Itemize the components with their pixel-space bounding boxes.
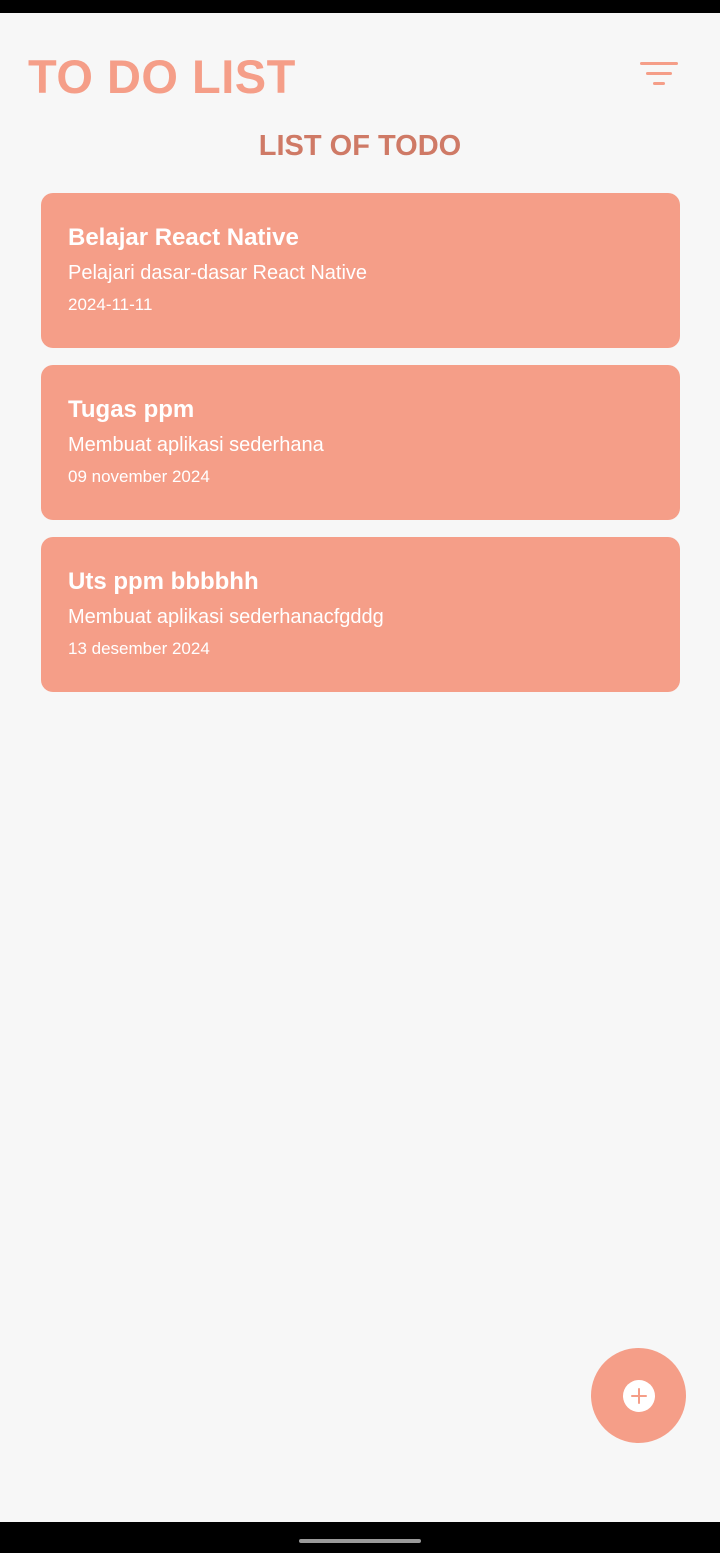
section-title: LIST OF TODO [258,130,462,162]
add-todo-button[interactable] [591,1348,686,1443]
todo-card[interactable]: Uts ppm bbbbhh Membuat aplikasi sederhan… [41,537,680,692]
status-bar [0,0,720,13]
todo-description: Membuat aplikasi sederhana [68,434,324,456]
todo-list: Belajar React Native Pelajari dasar-dasa… [41,193,680,709]
todo-title: Tugas ppm [68,396,195,423]
todo-date: 09 november 2024 [68,467,210,486]
todo-card[interactable]: Tugas ppm Membuat aplikasi sederhana 09 … [41,365,680,520]
todo-title: Uts ppm bbbbhh [68,568,259,595]
todo-date: 2024-11-11 [68,295,153,314]
todo-description: Pelajari dasar-dasar React Native [68,262,368,284]
todo-card[interactable]: Belajar React Native Pelajari dasar-dasa… [41,193,680,348]
home-indicator[interactable] [299,1539,421,1543]
todo-title: Belajar React Native [68,224,299,251]
app-title: TO DO LIST [28,50,296,103]
filter-button[interactable] [632,55,686,95]
todo-description: Membuat aplikasi sederhanacfgddg [68,606,384,628]
todo-date: 13 desember 2024 [68,639,210,658]
filter-list-icon [640,62,678,85]
add-circle-icon [622,1379,655,1412]
navigation-bar [0,1522,720,1553]
